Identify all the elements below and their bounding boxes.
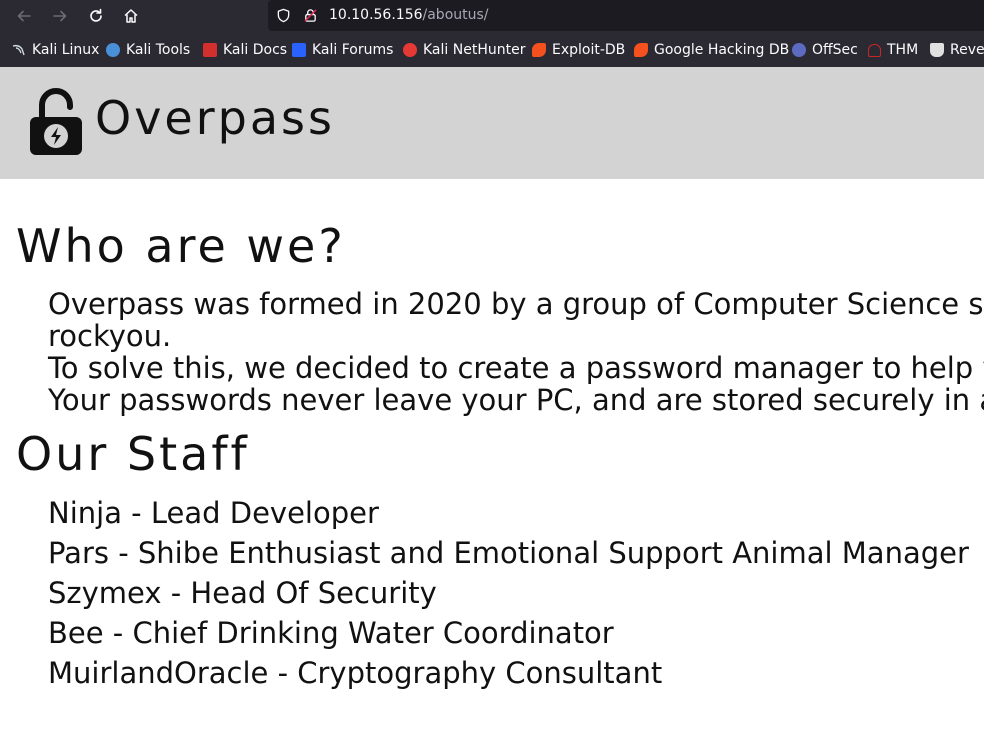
staff-member: Pars - Shibe Enthusiast and Emotional Su…: [48, 536, 969, 570]
back-button[interactable]: [12, 4, 36, 28]
bookmark-label: Reve: [950, 42, 984, 58]
browser-toolbar: 10.10.56.156/aboutus/: [0, 0, 984, 33]
thm-icon: [868, 43, 881, 57]
padlock-logo-icon[interactable]: [28, 87, 84, 157]
about-heading: Who are we?: [16, 219, 346, 273]
site-header: Overpass: [0, 67, 984, 179]
paragraph-line: To solve this, we decided to create a pa…: [48, 351, 984, 385]
bookmark-label: Exploit-DB: [552, 42, 626, 58]
bookmark-offsec[interactable]: OffSec: [792, 41, 858, 59]
url-path: /aboutus/: [422, 7, 489, 23]
paragraph-line: Your passwords never leave your PC, and …: [48, 383, 984, 417]
offsec-icon: [792, 43, 806, 57]
staff-member: Bee - Chief Drinking Water Coordinator: [48, 616, 614, 650]
kali-docs-icon: [203, 43, 217, 57]
bookmark-label: OffSec: [812, 42, 858, 58]
bookmark-label: Google Hacking DB: [654, 42, 790, 58]
url-host: 10.10.56.156: [329, 7, 423, 23]
site-title[interactable]: Overpass: [95, 91, 335, 145]
arrow-left-icon: [17, 10, 31, 22]
kali-tools-icon: [106, 43, 120, 57]
bookmark-exploit-db[interactable]: Exploit-DB: [532, 41, 625, 59]
staff-member: Szymex - Head Of Security: [48, 576, 437, 610]
main-content: Who are we? Overpass was formed in 2020 …: [0, 179, 984, 748]
kali-dragon-icon: [12, 43, 26, 57]
paragraph-line: Overpass was formed in 2020 by a group o…: [48, 287, 984, 321]
bookmark-reve[interactable]: Reve: [930, 41, 984, 59]
kali-forums-icon: [292, 43, 306, 57]
exploit-db-icon: [532, 43, 546, 57]
url-text[interactable]: 10.10.56.156/aboutus/: [329, 7, 489, 23]
about-paragraph: Overpass was formed in 2020 by a group o…: [48, 288, 984, 416]
forward-button[interactable]: [48, 4, 72, 28]
reload-icon: [90, 8, 102, 22]
home-icon: [124, 9, 138, 23]
bookmark-google-hacking-db[interactable]: Google Hacking DB: [634, 41, 789, 59]
coffee-icon: [930, 43, 944, 57]
staff-member: MuirlandOracle - Cryptography Consultant: [48, 656, 663, 690]
reload-button[interactable]: [84, 4, 108, 28]
bookmark-label: Kali Docs: [223, 42, 288, 58]
staff-member: Ninja - Lead Developer: [48, 496, 379, 530]
bookmark-kali-nethunter[interactable]: Kali NetHunter: [403, 41, 525, 59]
bookmark-kali-linux[interactable]: Kali Linux: [12, 41, 99, 59]
address-bar[interactable]: 10.10.56.156/aboutus/: [268, 0, 984, 31]
home-button[interactable]: [119, 4, 143, 28]
arrow-right-icon: [53, 10, 67, 22]
bookmark-kali-docs[interactable]: Kali Docs: [203, 41, 287, 59]
paragraph-line: rockyou.: [48, 319, 172, 353]
bookmark-kali-forums[interactable]: Kali Forums: [292, 41, 393, 59]
shield-icon[interactable]: [276, 8, 291, 23]
ghdb-icon: [634, 43, 648, 57]
bookmark-label: THM: [887, 42, 919, 58]
bookmark-label: Kali Tools: [126, 42, 191, 58]
bookmark-label: Kali Forums: [312, 42, 394, 58]
staff-list: Ninja - Lead Developer Pars - Shibe Enth…: [48, 493, 969, 693]
bookmark-label: Kali Linux: [32, 42, 100, 58]
staff-heading: Our Staff: [16, 427, 250, 481]
bookmark-kali-tools[interactable]: Kali Tools: [106, 41, 190, 59]
nethunter-icon: [403, 43, 417, 57]
bookmark-thm[interactable]: THM: [868, 41, 918, 59]
bookmark-label: Kali NetHunter: [423, 42, 526, 58]
insecure-lock-icon[interactable]: [303, 8, 318, 23]
bookmarks-toolbar: Kali Linux Kali Tools Kali Docs Kali For…: [0, 33, 984, 68]
